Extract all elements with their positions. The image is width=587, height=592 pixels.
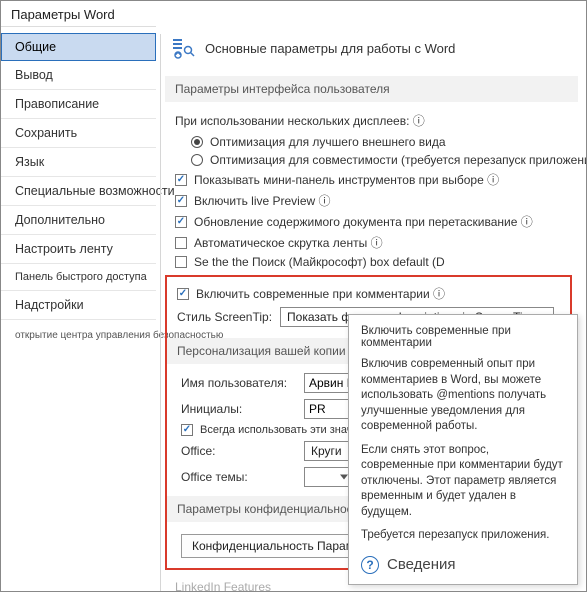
sidebar-item-general[interactable]: Общие xyxy=(1,33,156,61)
chk-modern-comments[interactable]: Включить современные при комментарии ⓘ xyxy=(177,283,566,304)
tooltip-footer[interactable]: ? Сведения xyxy=(361,552,565,574)
chk-search-box[interactable]: Se the the Поиск (Майкрософт) box defaul… xyxy=(175,253,578,271)
checkbox-label: Включить live Preview ⓘ xyxy=(194,192,331,209)
checkbox-label: Показывать мини-панель инструментов при … xyxy=(194,171,499,188)
checkbox-icon xyxy=(175,195,187,207)
initials-label: Инициалы: xyxy=(181,402,296,416)
tooltip-modern-comments: Включить современные при комментарии Вкл… xyxy=(348,314,578,585)
sidebar-item-addins[interactable]: Надстройки xyxy=(1,291,156,320)
radio-optimize-appearance[interactable]: Оптимизация для лучшего внешнего вида xyxy=(175,133,578,151)
multi-display-label: При использовании нескольких дисплеев: ⓘ xyxy=(175,110,578,133)
checkbox-icon xyxy=(175,174,187,186)
tooltip-text: Требуется перезапуск приложения. xyxy=(361,528,565,544)
radio-icon xyxy=(191,154,203,166)
chk-collapse-ribbon[interactable]: Автоматическое скрутка ленты ⓘ xyxy=(175,232,578,253)
radio-optimize-compat[interactable]: Оптимизация для совместимости (требуется… xyxy=(175,151,578,169)
checkbox-icon xyxy=(175,237,187,249)
checkbox-label: Автоматическое скрутка ленты ⓘ xyxy=(194,234,383,251)
chk-update-drag[interactable]: Обновление содержимого документа при пер… xyxy=(175,211,578,232)
info-icon: ? xyxy=(361,556,379,574)
radio-label: Оптимизация для лучшего внешнего вида xyxy=(210,135,446,149)
window-body: Общие Вывод Правописание Сохранить Язык … xyxy=(1,26,586,591)
options-window: Параметры Word Общие Вывод Правописание … xyxy=(0,0,587,592)
radio-label: Оптимизация для совместимости (требуется… xyxy=(210,153,586,167)
sidebar-item-advanced[interactable]: Дополнительно xyxy=(1,206,156,235)
sidebar-item-accessibility[interactable]: Специальные возможности xyxy=(1,177,156,206)
settings-icon xyxy=(171,36,195,60)
ui-options-group: При использовании нескольких дисплеев: ⓘ… xyxy=(165,108,578,273)
office-theme-combo[interactable] xyxy=(304,467,354,487)
checkbox-icon xyxy=(175,256,187,268)
office-bg-label: Office: xyxy=(181,444,296,458)
chk-mini-toolbar[interactable]: Показывать мини-панель инструментов при … xyxy=(175,169,578,190)
tooltip-text: Если снять этот вопрос, современные при … xyxy=(361,443,565,521)
main-heading-row: Основные параметры для работы с Word xyxy=(165,32,578,70)
sidebar: Общие Вывод Правописание Сохранить Язык … xyxy=(1,26,156,591)
checkbox-icon xyxy=(175,216,187,228)
username-label: Имя пользователя: xyxy=(181,376,296,390)
chk-live-preview[interactable]: Включить live Preview ⓘ xyxy=(175,190,578,211)
sidebar-item-trust-center[interactable]: открытие центра управления безопасностью xyxy=(1,320,156,348)
radio-icon xyxy=(191,136,203,148)
section-ui-options: Параметры интерфейса пользователя xyxy=(165,76,578,102)
screentip-label: Стиль ScreenTip: xyxy=(177,310,272,324)
divider xyxy=(160,34,161,591)
checkbox-label: Включить современные при комментарии ⓘ xyxy=(196,285,445,302)
checkbox-label: Обновление содержимого документа при пер… xyxy=(194,213,533,230)
sidebar-item-customize-ribbon[interactable]: Настроить ленту xyxy=(1,235,156,264)
sidebar-item-language[interactable]: Язык xyxy=(1,148,156,177)
checkbox-label: Se the the Поиск (Майкрософт) box defaul… xyxy=(194,255,445,269)
window-title: Параметры Word xyxy=(1,1,586,26)
sidebar-item-proofing[interactable]: Правописание xyxy=(1,90,156,119)
combo-value: Круги xyxy=(311,444,342,458)
main-heading: Основные параметры для работы с Word xyxy=(205,41,455,56)
tooltip-title: Включить современные при комментарии xyxy=(361,325,565,349)
sidebar-item-display[interactable]: Вывод xyxy=(1,61,156,90)
checkbox-icon xyxy=(177,288,189,300)
tooltip-more-link[interactable]: Сведения xyxy=(387,556,456,573)
main-panel: Основные параметры для работы с Word Пар… xyxy=(165,26,586,591)
sidebar-item-save[interactable]: Сохранить xyxy=(1,119,156,148)
tooltip-text: Включив современный опыт при комментарие… xyxy=(361,357,565,435)
checkbox-icon xyxy=(181,424,193,436)
office-theme-label: Office темы: xyxy=(181,470,296,484)
sidebar-item-quick-access[interactable]: Панель быстрого доступа xyxy=(1,264,156,291)
